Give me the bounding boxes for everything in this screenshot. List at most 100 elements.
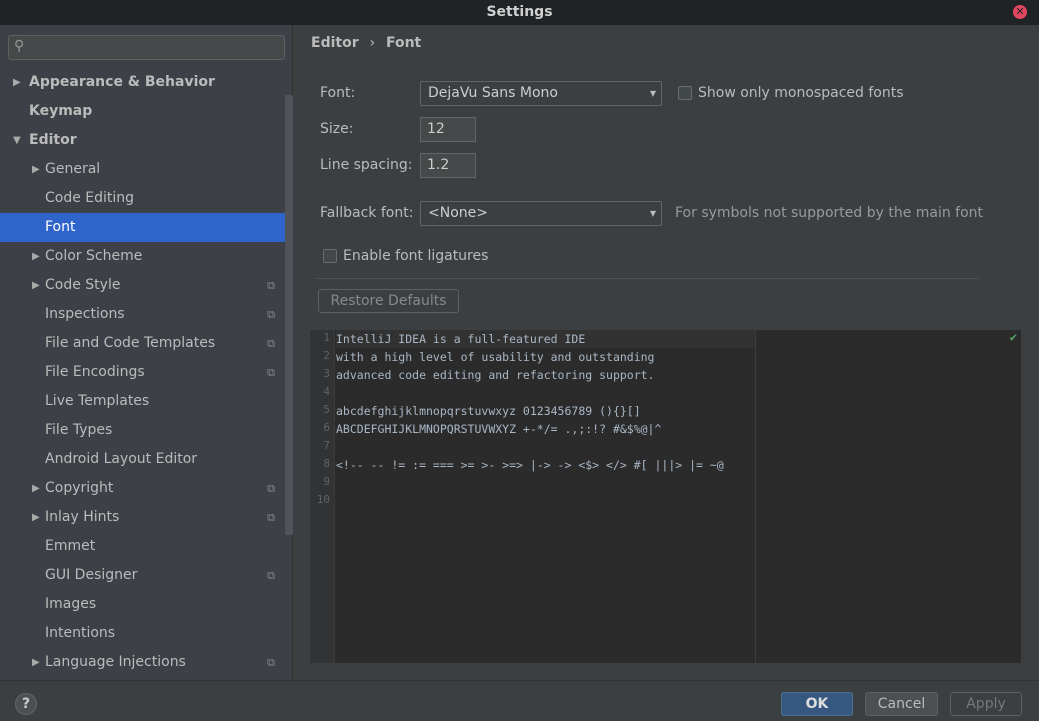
sidebar-item-label: Intentions [45,625,116,641]
code-line: with a high level of usability and outst… [336,350,655,364]
sidebar-item[interactable]: ▶ Inlay Hints ⧉ [0,503,285,532]
font-preview-editor[interactable]: 1 IntelliJ IDEA is a full-featured IDE 2 wi… [310,330,1021,663]
sidebar-item-label: Live Templates [45,393,150,409]
chevron-right-icon[interactable]: ▶ [32,503,40,532]
code-line: abcdefghijklmnopqrstuvwxyz 0123456789 ()… [336,404,641,418]
sidebar-item[interactable]: ▶ Copyright ⧉ [0,474,285,503]
breadcrumb-separator: › [369,35,376,51]
code-line: advanced code editing and refactoring su… [336,368,655,382]
breadcrumb-current: Font [385,35,422,51]
sidebar-item[interactable]: ▶ Color Scheme [0,242,285,271]
font-select[interactable]: DejaVu Sans Mono [420,81,662,106]
fallback-hint: For symbols not supported by the main fo… [675,205,984,221]
sidebar-item-label: Keymap [29,103,93,119]
code-line: ABCDEFGHIJKLMNOPQRSTUVWXYZ +-*/= .,;:!? … [336,422,662,436]
chevron-right-icon[interactable]: ▶ [32,271,40,300]
chevron-right-icon[interactable]: ▶ [32,648,40,677]
line-number: 9 [323,475,330,488]
sidebar-item-label: Copyright [45,480,114,496]
line-number: 6 [323,421,330,434]
apply-button[interactable]: Apply [950,692,1022,716]
sidebar-scrollbar[interactable] [285,95,293,535]
sidebar-item-label: Inlay Hints [45,509,120,525]
check-icon: ✔ [1009,330,1017,344]
sidebar-item-label: Images [45,596,97,612]
sidebar-item[interactable]: ▶ Appearance & Behavior [0,68,285,97]
chevron-down-icon[interactable]: ▼ [13,126,21,155]
cancel-button[interactable]: Cancel [865,692,938,716]
fallback-font-select[interactable]: <None> [420,201,662,226]
font-settings-panel: Editor › Font Font: DejaVu Sans Mono Sho… [294,25,1039,680]
help-button[interactable]: ? [15,693,37,715]
line-number: 10 [316,493,330,506]
search-input[interactable]: ⚲ [8,35,285,60]
chevron-right-icon[interactable]: ▶ [32,474,40,503]
close-icon[interactable]: ✕ [1013,5,1027,19]
sidebar-item[interactable]: GUI Designer ⧉ [0,561,285,590]
line-number: 8 [323,457,330,470]
sidebar-item[interactable]: Keymap [0,97,285,126]
sidebar-item[interactable]: File Encodings ⧉ [0,358,285,387]
sidebar-item[interactable]: ▶ General [0,155,285,184]
sidebar-item[interactable]: Inspections ⧉ [0,300,285,329]
font-label: Font: [320,85,356,101]
line-number: 4 [323,385,330,398]
project-scope-icon: ⧉ [267,656,275,669]
project-scope-icon: ⧉ [267,308,275,321]
sidebar-item[interactable]: Images [0,590,285,619]
breadcrumb: Editor › Font [311,35,421,51]
project-scope-icon: ⧉ [267,482,275,495]
fallback-font-label: Fallback font: [320,205,414,221]
project-scope-icon: ⧉ [267,337,275,350]
sidebar-item[interactable]: ▶ Language Injections ⧉ [0,648,285,677]
project-scope-icon: ⧉ [267,366,275,379]
chevron-right-icon[interactable]: ▶ [32,155,40,184]
sidebar-item-label: Emmet [45,538,96,554]
sidebar-item[interactable]: ▼ Editor [0,126,285,155]
sidebar-item[interactable]: Font [0,213,293,242]
sidebar-item-label: Inspections [45,306,125,322]
sidebar-item-label: Code Style [45,277,121,293]
restore-defaults-button[interactable]: Restore Defaults [318,289,459,313]
ligatures-checkbox[interactable] [323,249,337,263]
chevron-right-icon[interactable]: ▶ [32,242,40,271]
sidebar-item-label: File and Code Templates [45,335,216,351]
sidebar-item-label: Appearance & Behavior [29,74,215,90]
window-title: Settings [486,4,553,20]
monospaced-checkbox[interactable] [678,86,692,100]
sidebar-item[interactable]: Intentions [0,619,285,648]
dialog-footer: ? OK Cancel Apply [0,680,1039,721]
line-spacing-input[interactable]: 1.2 [420,153,476,178]
line-number: 5 [323,403,330,416]
line-spacing-label: Line spacing: [320,157,413,173]
sidebar-item[interactable]: Emmet [0,532,285,561]
size-input[interactable]: 12 [420,117,476,142]
project-scope-icon: ⧉ [267,279,275,292]
line-number: 3 [323,367,330,380]
sidebar-item-label: GUI Designer [45,567,138,583]
title-bar: Settings ✕ [0,0,1039,25]
breadcrumb-parent[interactable]: Editor [311,35,359,51]
line-number: 2 [323,349,330,362]
sidebar-item[interactable]: Android Layout Editor [0,445,285,474]
settings-sidebar: ⚲ ▶ Appearance & Behavior Keymap ▼ Editor ▶ Ge… [0,25,293,680]
ok-button[interactable]: OK [781,692,853,716]
sidebar-item[interactable]: ▶ Code Style ⧉ [0,271,285,300]
search-icon: ⚲ [14,38,25,54]
sidebar-item[interactable]: Code Editing [0,184,285,213]
sidebar-item[interactable]: File Types [0,416,285,445]
sidebar-item-label: General [45,161,101,177]
project-scope-icon: ⧉ [267,569,275,582]
chevron-right-icon[interactable]: ▶ [13,68,21,97]
sidebar-item-label: Language Injections [45,654,186,670]
sidebar-item[interactable]: Live Templates [0,387,285,416]
sidebar-item[interactable]: File and Code Templates ⧉ [0,329,285,358]
divider [316,278,979,279]
right-margin-guide [755,330,756,663]
sidebar-item-label: File Types [45,422,113,438]
sidebar-item-label: Code Editing [45,190,135,206]
